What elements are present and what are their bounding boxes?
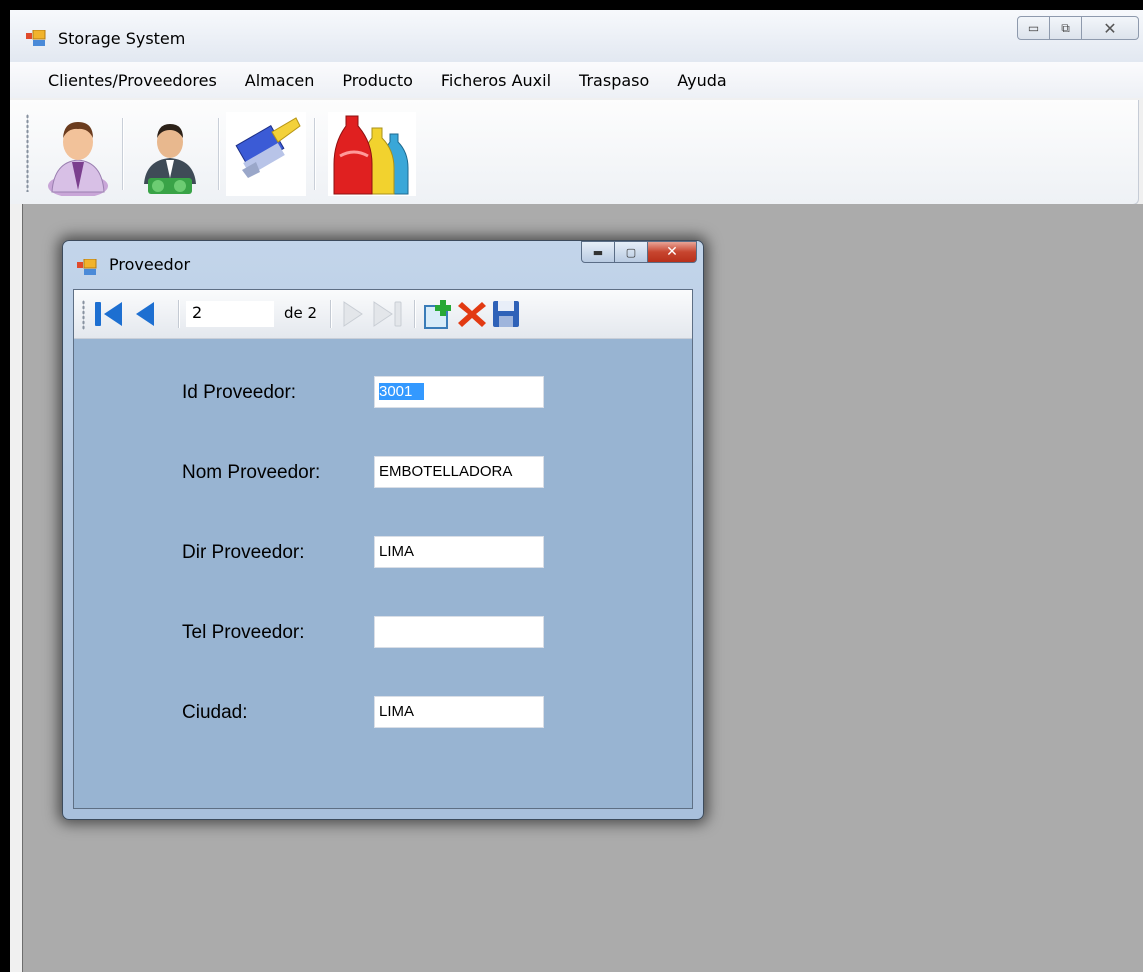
add-record-icon: [424, 300, 451, 329]
minimize-icon: ▬: [592, 245, 604, 259]
supplier-person-icon: [144, 124, 196, 194]
maximize-icon: ▢: [625, 245, 637, 259]
nom-proveedor-input[interactable]: EMBOTELLADORA: [374, 456, 544, 488]
mdi-left-border: [10, 204, 22, 972]
move-previous-button[interactable]: [128, 298, 160, 330]
nom-proveedor-label: Nom Proveedor:: [182, 462, 321, 483]
save-button[interactable]: [490, 298, 522, 330]
menu-producto[interactable]: Producto: [328, 71, 427, 90]
add-new-button[interactable]: [422, 298, 454, 330]
binding-navigator: 2 de 2: [74, 290, 692, 339]
position-input[interactable]: 2: [186, 301, 274, 327]
toolbar-separator: [314, 118, 316, 190]
window-controls: ▭ ⧉ ✕: [1017, 16, 1139, 40]
tel-proveedor-label: Tel Proveedor:: [182, 622, 305, 643]
previous-record-icon: [136, 302, 154, 326]
delete-icon: [458, 302, 486, 327]
menu-traspaso[interactable]: Traspaso: [565, 71, 663, 90]
child-window-controls: ▬ ▢ ✕: [581, 241, 697, 263]
menu-almacen[interactable]: Almacen: [231, 71, 329, 90]
menu-ficheros-auxil[interactable]: Ficheros Auxil: [427, 71, 565, 90]
suppliers-button[interactable]: [130, 112, 210, 196]
minimize-icon: ▭: [1027, 21, 1040, 35]
record-count-label: de 2: [284, 304, 318, 322]
child-window-title: Proveedor: [109, 255, 191, 274]
minimize-button[interactable]: ▭: [1017, 16, 1050, 40]
navigator-separator: [330, 300, 332, 328]
title-bar[interactable]: Storage System ▭ ⧉ ✕: [10, 10, 1143, 62]
app-icon: [26, 30, 46, 46]
move-first-button[interactable]: [92, 298, 124, 330]
menu-bar: Clientes/Proveedores Almacen Producto Fi…: [10, 62, 1143, 98]
ciudad-input[interactable]: LIMA: [374, 696, 544, 728]
delete-button[interactable]: [456, 298, 488, 330]
form-icon: [77, 259, 97, 275]
clients-button[interactable]: [38, 112, 118, 198]
close-icon: ✕: [666, 244, 678, 260]
id-proveedor-label: Id Proveedor:: [182, 382, 297, 403]
dir-proveedor-input[interactable]: LIMA: [374, 536, 544, 568]
child-close-button[interactable]: ✕: [647, 241, 697, 263]
main-toolbar: [10, 100, 1139, 205]
dir-proveedor-label: Dir Proveedor:: [182, 542, 305, 563]
navigator-separator: [414, 300, 416, 328]
child-maximize-button[interactable]: ▢: [614, 241, 648, 263]
last-record-icon: [373, 301, 402, 327]
navigator-separator: [178, 300, 180, 328]
menu-clientes-proveedores[interactable]: Clientes/Proveedores: [10, 71, 231, 90]
move-next-button[interactable]: [338, 298, 370, 330]
child-minimize-button[interactable]: ▬: [581, 241, 615, 263]
products-button[interactable]: [328, 112, 416, 196]
toolbar-separator: [218, 118, 220, 190]
tel-proveedor-input[interactable]: [374, 616, 544, 648]
move-last-button[interactable]: [372, 298, 404, 330]
menu-ayuda[interactable]: Ayuda: [663, 71, 740, 90]
client-person-icon: [48, 122, 108, 198]
window-title: Storage System: [58, 29, 186, 48]
proveedor-form: 2 de 2 Id Proveedor: 3001 Nom Proveedor:…: [73, 289, 693, 809]
ciudad-label: Ciudad:: [182, 702, 248, 723]
restore-icon: ⧉: [1061, 20, 1070, 35]
first-record-icon: [95, 302, 122, 326]
id-proveedor-value: 3001: [379, 383, 425, 400]
id-proveedor-input[interactable]: 3001: [374, 376, 544, 408]
main-window: Storage System ▭ ⧉ ✕ Clientes/Proveedore…: [10, 10, 1143, 972]
clean-brush-icon: [226, 112, 306, 196]
close-icon: ✕: [1103, 18, 1117, 38]
bottles-product-icon: [328, 112, 416, 196]
save-disk-icon: [493, 301, 519, 327]
navigator-grip[interactable]: [82, 300, 85, 330]
close-button[interactable]: ✕: [1081, 16, 1139, 40]
maximize-button[interactable]: ⧉: [1049, 16, 1082, 40]
toolbar-separator: [122, 118, 124, 190]
next-record-icon: [343, 301, 363, 327]
proveedor-window: Proveedor ▬ ▢ ✕ 2 de 2 Id Proveedor: 300…: [62, 240, 704, 820]
clean-button[interactable]: [226, 112, 306, 196]
toolbar-grip[interactable]: [26, 114, 29, 192]
